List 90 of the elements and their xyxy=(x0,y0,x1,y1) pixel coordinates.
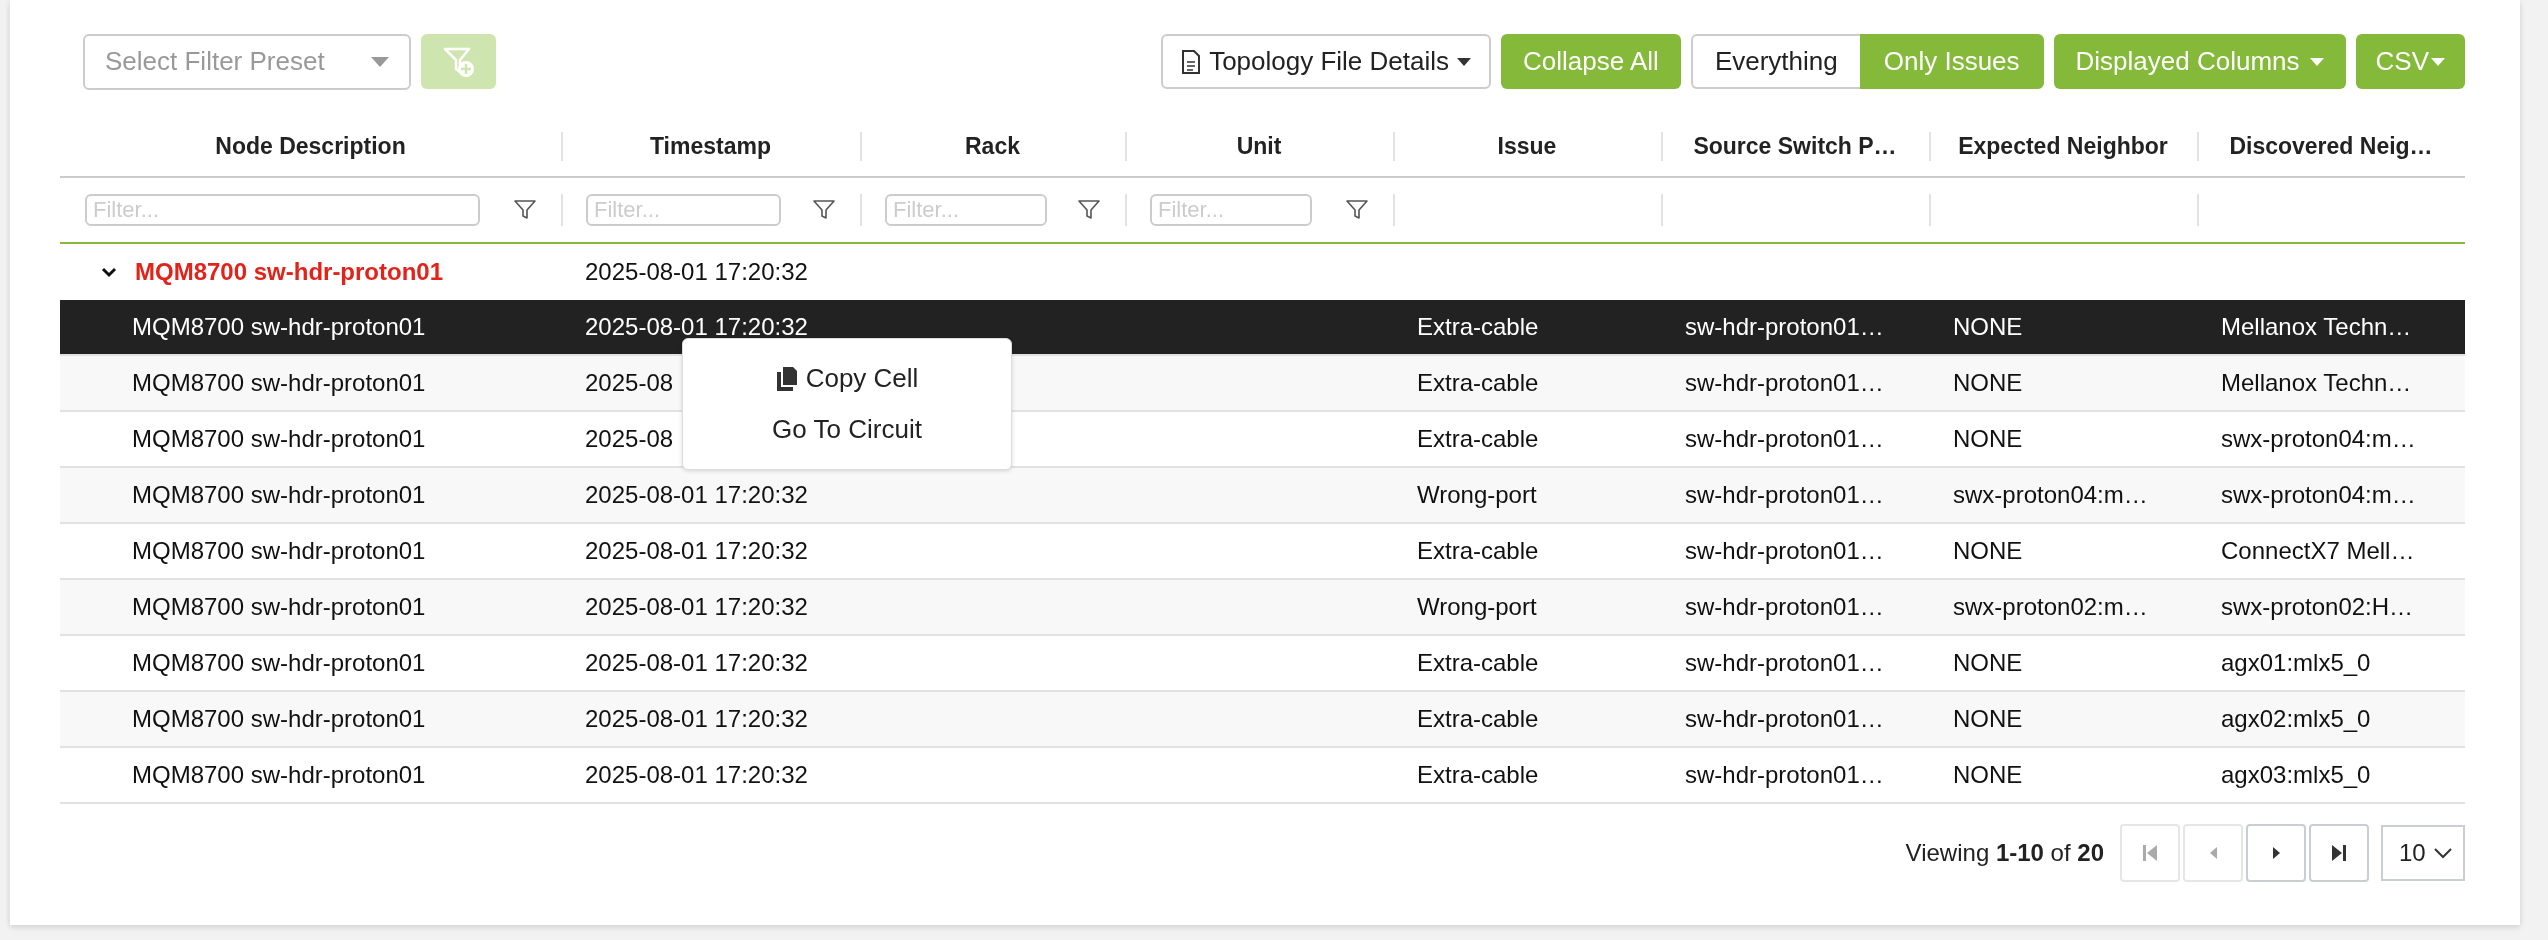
table-cell: MQM8700 sw-hdr-proton01 xyxy=(132,313,426,340)
table-cell: MQM8700 sw-hdr-proton01 xyxy=(132,481,426,508)
table-cell: NONE xyxy=(1953,425,2023,452)
table-cell: sw-hdr-proton01… xyxy=(1685,593,1884,620)
caret-icon xyxy=(371,56,389,67)
table-cell: 2025-08-01 17:20:32 xyxy=(585,649,808,676)
table-cell: Extra-cable xyxy=(1417,425,1539,452)
table-cell: Extra-cable xyxy=(1417,705,1539,732)
table-cell: sw-hdr-proton01… xyxy=(1685,369,1884,396)
filter-icon[interactable] xyxy=(1078,200,1100,220)
table-cell: NONE xyxy=(1953,761,2023,788)
table-cell: MQM8700 sw-hdr-proton01 xyxy=(132,705,426,732)
view-toggle-button[interactable]: Everything xyxy=(1690,34,1860,89)
column-header[interactable]: Node Description xyxy=(215,133,406,159)
table-cell: MQM8700 sw-hdr-proton01 xyxy=(132,537,426,564)
table-cell: agx03:mlx5_0 xyxy=(2221,761,2371,788)
table-cell: sw-hdr-proton01… xyxy=(1685,761,1884,788)
table-cell: NONE xyxy=(1953,649,2023,676)
last-page-button[interactable] xyxy=(2309,824,2369,882)
caret-icon xyxy=(2431,57,2445,66)
pagination-summary: Viewing 1-10 of 20 xyxy=(1905,839,2104,867)
table-cell: 2025-08-01 17:20:32 xyxy=(585,481,808,508)
table-cell: MQM8700 sw-hdr-proton01 xyxy=(132,761,426,788)
table-cell: Mellanox Techn… xyxy=(2221,313,2412,340)
column-header[interactable]: Timestamp xyxy=(650,133,771,159)
table-cell: Wrong-port xyxy=(1417,593,1537,620)
table-cell: sw-hdr-proton01… xyxy=(1685,425,1884,452)
table-cell: MQM8700 sw-hdr-proton01 xyxy=(132,593,426,620)
triangle-arrow-icon xyxy=(2209,847,2217,859)
table-cell: 2025-08-01 17:20:32 xyxy=(585,313,808,340)
topology-file-details-button[interactable]: Topology File Details xyxy=(1161,34,1491,89)
table-cell: 2025-08-01 17:20:32 xyxy=(585,705,808,732)
skip-arrow-icon xyxy=(2332,845,2346,861)
table-cell: sw-hdr-proton01… xyxy=(1685,705,1884,732)
document-icon xyxy=(1181,48,1202,75)
copy-icon xyxy=(775,365,798,392)
caret-icon xyxy=(2309,57,2324,66)
skip-arrow-icon xyxy=(2143,845,2157,861)
table-cell: Extra-cable xyxy=(1417,761,1539,788)
filter-icon[interactable] xyxy=(514,200,536,220)
column-header[interactable]: Issue xyxy=(1497,133,1557,159)
table-cell: 2025-08-01 17:20:32 xyxy=(585,537,808,564)
table-cell: Mellanox Techn… xyxy=(2221,369,2412,396)
table-cell: Wrong-port xyxy=(1417,481,1537,508)
column-header[interactable]: Discovered Neig… xyxy=(2229,133,2433,159)
table-row[interactable]: MQM8700 sw-hdr-proton01 2025-08-01 17:20:32 Extra-cable sw-hdr-proton01… NONE agx03:mlx5_0 xyxy=(60,747,2465,803)
table-cell: swx-proton02:H… xyxy=(2221,593,2414,620)
table-cell: 2025-08-01 17:20:32 xyxy=(585,593,808,620)
table-row[interactable]: MQM8700 sw-hdr-proton01 2025-08-01 17:20:32 Wrong-port sw-hdr-proton01… swx-proton04:m… swx-proton04:m… xyxy=(60,467,2465,523)
table-cell: MQM8700 sw-hdr-proton01 xyxy=(132,369,426,396)
table-cell: sw-hdr-proton01… xyxy=(1685,537,1884,564)
table-cell: swx-proton04:m… xyxy=(1953,481,2148,508)
table-cell: swx-proton02:m… xyxy=(1953,593,2148,620)
table-cell: swx-proton04:m… xyxy=(2221,481,2416,508)
table-cell: 2025-08-01 17:20:32 xyxy=(585,761,808,788)
column-header[interactable]: Unit xyxy=(1236,133,1282,159)
table-row[interactable]: MQM8700 sw-hdr-proton01 2025-08-01 17:20:32 Extra-cable sw-hdr-proton01… NONE agx02:mlx5_0 xyxy=(60,691,2465,747)
page-size-select[interactable]: 10 xyxy=(2381,825,2465,881)
table-cell: swx-proton04:m… xyxy=(2221,425,2416,452)
chevron-down-icon xyxy=(2433,847,2453,859)
table-cell: NONE xyxy=(1953,313,2023,340)
table-row[interactable]: MQM8700 sw-hdr-proton01 2025-08-01 17:20:32 Extra-cable sw-hdr-proton01… NONE Mellanox Techn… xyxy=(60,300,2465,355)
table-cell: Extra-cable xyxy=(1417,649,1539,676)
table-cell: sw-hdr-proton01… xyxy=(1685,649,1884,676)
table-cell: MQM8700 sw-hdr-proton01 xyxy=(132,649,426,676)
group-label: MQM8700 sw-hdr-proton01 xyxy=(135,258,444,286)
table-cell: 2025-08 xyxy=(585,369,674,396)
table-cell: ConnectX7 Mell… xyxy=(2221,537,2415,564)
filter-icon[interactable] xyxy=(813,200,835,220)
column-header[interactable]: Source Switch P… xyxy=(1693,133,1897,159)
table-cell: Extra-cable xyxy=(1417,313,1539,340)
table-cell: 2025-08 xyxy=(585,425,674,452)
table-cell: Extra-cable xyxy=(1417,537,1539,564)
table-cell: agx02:mlx5_0 xyxy=(2221,705,2371,732)
table-row[interactable]: MQM8700 sw-hdr-proton01 2025-08-01 17:20:32 Wrong-port sw-hdr-proton01… swx-proton02:m… swx-proton02:H… xyxy=(60,579,2465,635)
column-header[interactable]: Rack xyxy=(965,133,1020,159)
table-cell: sw-hdr-proton01… xyxy=(1685,481,1884,508)
triangle-arrow-icon xyxy=(2272,847,2280,859)
filter-icon[interactable] xyxy=(1346,200,1368,220)
table-cell: sw-hdr-proton01… xyxy=(1685,313,1884,340)
table-cell: MQM8700 sw-hdr-proton01 xyxy=(132,425,426,452)
column-header[interactable]: Expected Neighbor xyxy=(1958,133,2168,159)
table-cell: 2025-08-01 17:20:32 xyxy=(585,258,808,285)
table-cell: agx01:mlx5_0 xyxy=(2221,649,2371,676)
caret-icon xyxy=(1457,57,1471,66)
menu-item[interactable]: Copy Cell xyxy=(683,355,1011,402)
table-cell: NONE xyxy=(1953,369,2023,396)
table-cell: NONE xyxy=(1953,537,2023,564)
table-cell: Extra-cable xyxy=(1417,369,1539,396)
table-cell: NONE xyxy=(1953,705,2023,732)
